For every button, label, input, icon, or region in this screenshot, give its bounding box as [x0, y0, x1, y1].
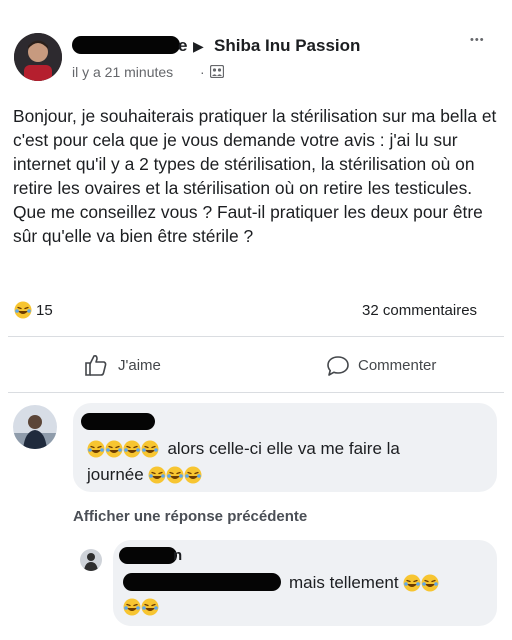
commenter-avatar[interactable]: [13, 405, 57, 449]
reaction-count[interactable]: 15: [36, 302, 53, 319]
like-button[interactable]: J'aime: [84, 352, 204, 380]
reply-bubble: n mais tellement: [113, 540, 497, 626]
reply-author-name[interactable]: [119, 547, 177, 564]
laughing-tears-emoji: [105, 440, 123, 458]
group-arrow-icon: ▶: [193, 38, 204, 54]
laughing-tears-emoji: [148, 466, 166, 484]
comment-bubble-icon: [326, 355, 350, 382]
laughing-tears-emoji[interactable]: [14, 301, 32, 319]
divider: [8, 392, 504, 393]
more-options-icon[interactable]: •••: [470, 34, 485, 46]
comment-text-row2: journée: [87, 465, 202, 485]
laughing-tears-emoji: [123, 598, 141, 616]
laughing-tears-emoji: [123, 440, 141, 458]
reply-author-avatar[interactable]: [80, 549, 102, 571]
laughing-tears-emoji: [403, 574, 421, 592]
comment-author-name[interactable]: [81, 413, 155, 430]
post-author-avatar[interactable]: [14, 33, 62, 81]
laughing-tears-emoji: [87, 440, 105, 458]
reply-text-row: mais tellement: [289, 573, 439, 593]
comment-emoji-row: alors celle-ci elle va me faire la: [87, 439, 400, 459]
comment-text-line1: alors celle-ci elle va me faire la: [167, 439, 400, 458]
reply-text: mais tellement: [289, 573, 399, 592]
divider: [8, 336, 504, 337]
reply-emoji-row2: [123, 598, 159, 616]
post-author-name[interactable]: [72, 36, 180, 54]
post-body: Bonjour, je souhaiterais pratiquer la st…: [13, 106, 497, 246]
reply-mention[interactable]: [123, 573, 281, 591]
post-timestamp[interactable]: il y a 21 minutes: [72, 64, 173, 80]
post-author-suffix: e: [178, 36, 188, 55]
laughing-tears-emoji: [184, 466, 202, 484]
laughing-tears-emoji: [421, 574, 439, 592]
laughing-tears-emoji: [141, 440, 159, 458]
laughing-tears-emoji: [166, 466, 184, 484]
comment-label: Commenter: [358, 357, 437, 374]
like-label: J'aime: [118, 357, 161, 374]
comment-bubble: alors celle-ci elle va me faire la journ…: [73, 403, 497, 492]
group-audience-icon: [209, 64, 225, 79]
reply-author-suffix: n: [173, 547, 183, 564]
comments-count-link[interactable]: 32 commentaires: [362, 302, 477, 319]
group-name-link[interactable]: Shiba Inu Passion: [214, 36, 360, 56]
comment-button[interactable]: Commenter: [326, 352, 476, 380]
meta-separator: ·: [200, 64, 205, 80]
show-previous-reply-link[interactable]: Afficher une réponse précédente: [73, 508, 307, 525]
laughing-tears-emoji: [141, 598, 159, 616]
thumbs-up-icon: [84, 354, 108, 381]
comment-text-line2: journée: [87, 465, 144, 484]
